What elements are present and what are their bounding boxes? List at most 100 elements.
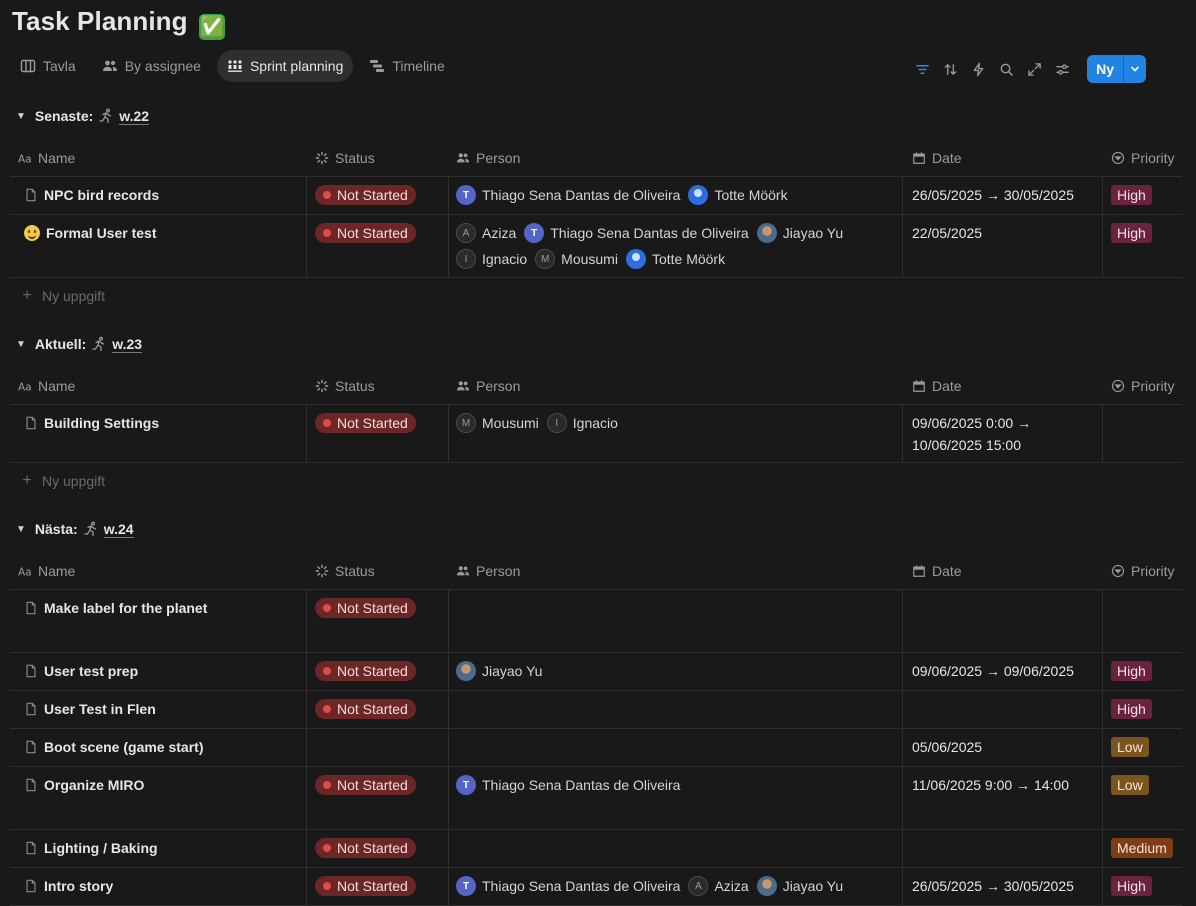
date-cell[interactable]: 11/06/2025 9:00 → 14:00 bbox=[912, 774, 1069, 796]
task-name-cell[interactable]: Lighting / Baking bbox=[26, 840, 158, 856]
person-chip[interactable]: M Mousumi bbox=[456, 413, 539, 433]
table-row[interactable]: User Test in Flen Not Started High bbox=[10, 691, 1182, 729]
column-header-priority[interactable]: Priority bbox=[1111, 368, 1175, 404]
column-header-date[interactable]: Date bbox=[912, 140, 962, 176]
date-cell[interactable]: 09/06/2025 0:00 → 10/06/2025 15:00 bbox=[912, 412, 1031, 456]
settings-icon[interactable] bbox=[1053, 60, 1071, 78]
status-cell[interactable]: Not Started bbox=[315, 185, 416, 205]
person-cell[interactable]: M Mousumi I Ignacio bbox=[456, 413, 896, 433]
person-chip[interactable]: M Mousumi bbox=[535, 249, 618, 269]
table-row[interactable]: Organize MIRO Not Started T Thiago Sena D… bbox=[10, 767, 1182, 830]
person-chip[interactable]: T Thiago Sena Dantas de Oliveira bbox=[456, 876, 680, 896]
task-name-cell[interactable]: User test prep bbox=[26, 663, 138, 679]
status-cell[interactable]: Not Started bbox=[315, 838, 416, 858]
person-chip[interactable]: T Thiago Sena Dantas de Oliveira bbox=[456, 775, 680, 795]
table-row[interactable]: Formal User test Not Started A Aziza T Thia… bbox=[10, 215, 1182, 278]
tab-tavla[interactable]: Tavla bbox=[10, 50, 86, 82]
column-header-status[interactable]: Status bbox=[315, 553, 375, 589]
collapse-triangle-icon[interactable]: ▼ bbox=[16, 524, 26, 535]
status-cell[interactable]: Not Started bbox=[315, 223, 416, 243]
status-cell[interactable]: Not Started bbox=[315, 699, 416, 719]
person-cell[interactable]: T Thiago Sena Dantas de Oliveira bbox=[456, 775, 896, 795]
filter-icon[interactable] bbox=[913, 60, 931, 78]
task-name-cell[interactable]: NPC bird records bbox=[26, 187, 159, 203]
column-header-date[interactable]: Date bbox=[912, 553, 962, 589]
priority-cell[interactable]: High bbox=[1111, 876, 1152, 896]
person-cell[interactable]: A Aziza T Thiago Sena Dantas de Oliveira Jia… bbox=[456, 223, 896, 269]
group-header[interactable]: ▼ Nästa: w.24 bbox=[16, 518, 134, 540]
lightning-icon[interactable] bbox=[969, 60, 987, 78]
person-chip[interactable]: Jiayao Yu bbox=[456, 661, 542, 681]
column-header-priority[interactable]: Priority bbox=[1111, 553, 1175, 589]
column-header-name[interactable]: Aa Name bbox=[18, 368, 75, 404]
column-header-person[interactable]: Person bbox=[456, 140, 520, 176]
date-cell[interactable]: 26/05/2025 → 30/05/2025 bbox=[912, 184, 1074, 206]
column-header-person[interactable]: Person bbox=[456, 553, 520, 589]
date-cell[interactable]: 22/05/2025 bbox=[912, 222, 982, 244]
add-task-button[interactable]: + Ny uppgift bbox=[10, 463, 1182, 499]
table-row[interactable]: Make label for the planet Not Started bbox=[10, 590, 1182, 653]
task-name-cell[interactable]: Building Settings bbox=[26, 415, 159, 431]
new-button[interactable]: Ny bbox=[1087, 55, 1123, 83]
priority-cell[interactable]: Low bbox=[1111, 737, 1149, 757]
column-header-priority[interactable]: Priority bbox=[1111, 140, 1175, 176]
status-cell[interactable]: Not Started bbox=[315, 598, 416, 618]
person-chip[interactable]: Totte Möörk bbox=[625, 249, 725, 269]
column-header-status[interactable]: Status bbox=[315, 368, 375, 404]
new-dropdown-button[interactable] bbox=[1123, 55, 1146, 83]
column-header-person[interactable]: Person bbox=[456, 368, 520, 404]
add-task-button[interactable]: + Ny uppgift bbox=[10, 278, 1182, 314]
task-name-cell[interactable]: Organize MIRO bbox=[26, 777, 144, 793]
status-cell[interactable]: Not Started bbox=[315, 413, 416, 433]
table-row[interactable]: Intro story Not Started T Thiago Sena Dan… bbox=[10, 868, 1182, 906]
table-row[interactable]: User test prep Not Started Jiayao Yu 09/… bbox=[10, 653, 1182, 691]
status-cell[interactable]: Not Started bbox=[315, 876, 416, 896]
tab-sprint-planning[interactable]: Sprint planning bbox=[216, 50, 354, 82]
collapse-triangle-icon[interactable]: ▼ bbox=[16, 111, 26, 122]
tab-timeline[interactable]: Timeline bbox=[359, 50, 454, 82]
person-chip[interactable]: T Thiago Sena Dantas de Oliveira bbox=[524, 223, 749, 243]
person-chip[interactable]: A Aziza bbox=[456, 223, 516, 243]
date-cell[interactable]: 09/06/2025 → 09/06/2025 bbox=[912, 660, 1074, 682]
table-row[interactable]: Boot scene (game start) 05/06/2025 Low bbox=[10, 729, 1182, 767]
task-name-cell[interactable]: Formal User test bbox=[24, 225, 156, 241]
person-chip[interactable]: A Aziza bbox=[688, 876, 749, 896]
priority-cell[interactable]: High bbox=[1111, 699, 1152, 719]
priority-cell[interactable]: Medium bbox=[1111, 838, 1173, 858]
priority-cell[interactable]: High bbox=[1111, 223, 1152, 243]
date-cell[interactable]: 05/06/2025 bbox=[912, 736, 982, 758]
collapse-triangle-icon[interactable]: ▼ bbox=[16, 339, 26, 350]
group-header[interactable]: ▼ Senaste: w.22 bbox=[16, 105, 150, 127]
person-chip[interactable]: Totte Möörk bbox=[688, 185, 788, 205]
column-header-name[interactable]: Aa Name bbox=[18, 140, 75, 176]
date-cell[interactable]: 26/05/2025 → 30/05/2025 bbox=[912, 875, 1074, 897]
person-chip[interactable]: Jiayao Yu bbox=[756, 223, 843, 243]
priority-cell[interactable]: Low bbox=[1111, 775, 1149, 795]
week-label[interactable]: w.23 bbox=[112, 336, 143, 353]
column-header-status[interactable]: Status bbox=[315, 140, 375, 176]
person-cell[interactable]: Jiayao Yu bbox=[456, 661, 896, 681]
search-icon[interactable] bbox=[997, 60, 1015, 78]
column-header-name[interactable]: Aa Name bbox=[18, 553, 75, 589]
task-name-cell[interactable]: Make label for the planet bbox=[26, 600, 207, 616]
group-header[interactable]: ▼ Aktuell: w.23 bbox=[16, 333, 143, 355]
person-chip[interactable]: I Ignacio bbox=[456, 249, 527, 269]
column-header-date[interactable]: Date bbox=[912, 368, 962, 404]
expand-icon[interactable] bbox=[1025, 60, 1043, 78]
table-row[interactable]: Building Settings Not Started M Mousumi I I… bbox=[10, 405, 1182, 463]
table-row[interactable]: Lighting / Baking Not Started Medium bbox=[10, 830, 1182, 868]
task-name-cell[interactable]: Boot scene (game start) bbox=[26, 739, 203, 755]
task-name-cell[interactable]: Intro story bbox=[26, 878, 113, 894]
tab-by-assignee[interactable]: By assignee bbox=[92, 50, 211, 82]
sort-icon[interactable] bbox=[941, 60, 959, 78]
person-cell[interactable]: T Thiago Sena Dantas de Oliveira Totte Möö… bbox=[456, 185, 896, 205]
person-chip[interactable]: T Thiago Sena Dantas de Oliveira bbox=[456, 185, 680, 205]
priority-cell[interactable]: High bbox=[1111, 661, 1152, 681]
priority-cell[interactable]: High bbox=[1111, 185, 1152, 205]
status-cell[interactable]: Not Started bbox=[315, 775, 416, 795]
week-label[interactable]: w.24 bbox=[103, 521, 134, 538]
task-name-cell[interactable]: User Test in Flen bbox=[26, 701, 156, 717]
person-chip[interactable]: I Ignacio bbox=[546, 413, 618, 433]
table-row[interactable]: NPC bird records Not Started T Thiago Sen… bbox=[10, 177, 1182, 215]
person-cell[interactable]: T Thiago Sena Dantas de Oliveira A Aziza Jia… bbox=[456, 876, 896, 896]
